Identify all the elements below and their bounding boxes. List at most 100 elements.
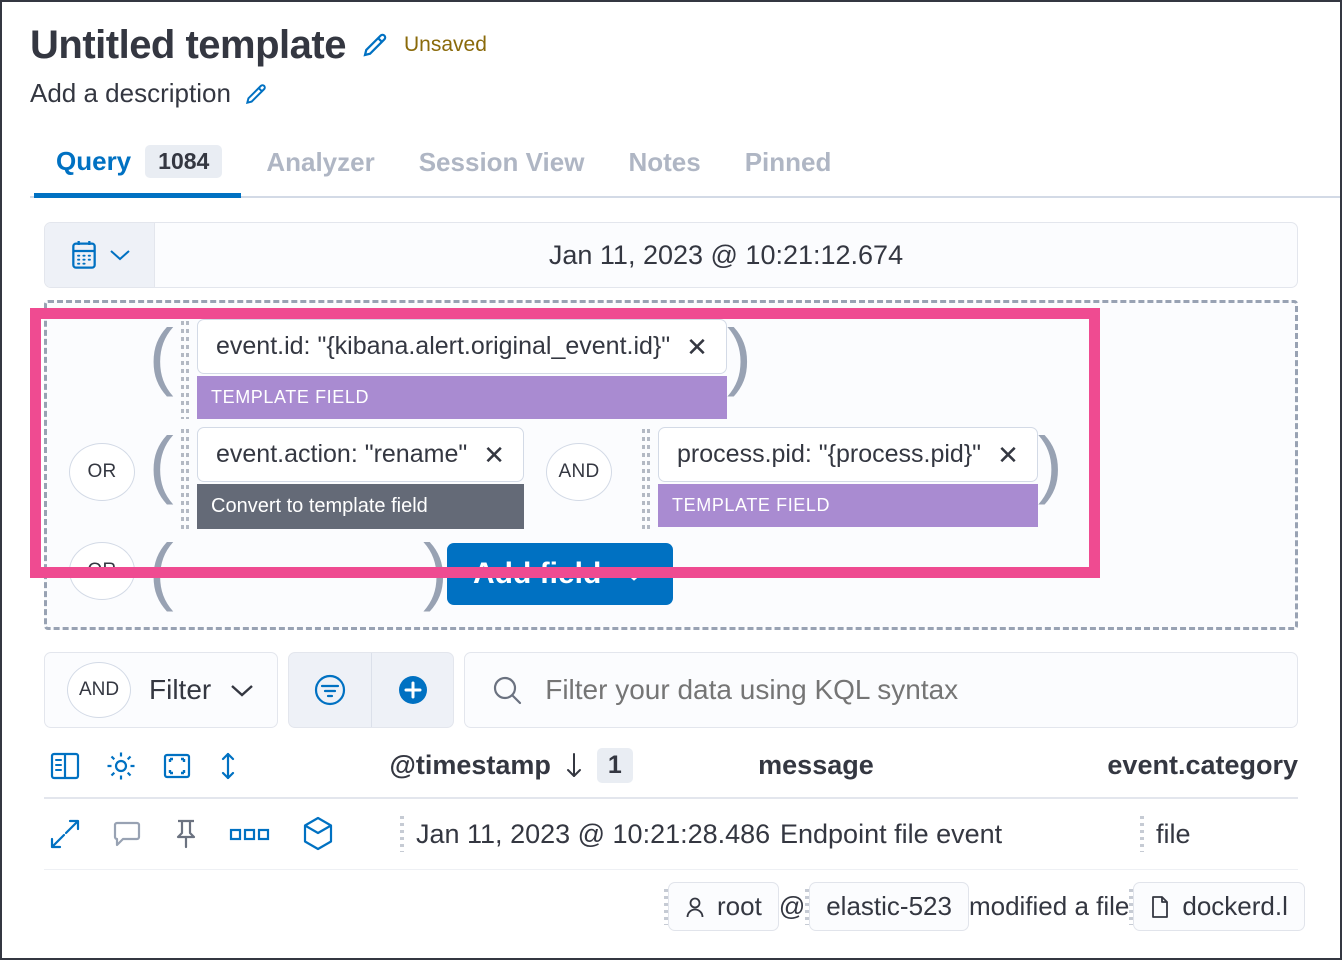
expand-icon[interactable] bbox=[48, 817, 82, 851]
column-resize-handle[interactable] bbox=[1140, 816, 1144, 852]
fullscreen-icon[interactable] bbox=[160, 749, 194, 783]
table-toolbar bbox=[48, 749, 390, 783]
cell-message: Endpoint file event bbox=[780, 819, 1140, 850]
close-icon[interactable]: ✕ bbox=[686, 334, 708, 360]
chevron-down-icon bbox=[109, 248, 131, 262]
column-label: message bbox=[758, 750, 874, 780]
cube-icon[interactable] bbox=[300, 815, 336, 853]
search-input[interactable] bbox=[545, 674, 1273, 706]
query-builder: ( event.id: "{kibana.alert.original_even… bbox=[44, 300, 1298, 630]
column-header-event-category[interactable]: event.category bbox=[1107, 750, 1298, 781]
tab-analyzer[interactable]: Analyzer bbox=[244, 137, 396, 196]
open-paren: ( bbox=[149, 435, 173, 493]
field-text: event.id: "{kibana.alert.original_event.… bbox=[216, 332, 670, 361]
field-text: process.pid: "{process.pid}" bbox=[677, 440, 981, 469]
title-row: Untitled template Unsaved bbox=[30, 24, 1340, 66]
close-paren: ) bbox=[727, 327, 751, 385]
conjunction-and[interactable]: AND bbox=[546, 443, 612, 501]
convert-to-template-field-button[interactable]: Convert to template field bbox=[197, 484, 524, 529]
arrow-down-icon bbox=[563, 751, 585, 781]
query-field: process.pid: "{process.pid}" ✕ TEMPLATE … bbox=[658, 427, 1038, 527]
cell-timestamp: Jan 11, 2023 @ 10:21:28.486 bbox=[400, 816, 780, 852]
file-chip[interactable]: dockerd.l bbox=[1133, 882, 1305, 931]
description-text: Add a description bbox=[30, 78, 231, 109]
status-badge[interactable]: TEMPLATE FIELD bbox=[197, 376, 727, 419]
column-resize-handle[interactable] bbox=[400, 816, 404, 852]
filter-conjunction[interactable]: AND bbox=[67, 662, 131, 718]
filter-icon-button[interactable] bbox=[289, 653, 371, 727]
query-row: ( event.id: "{kibana.alert.original_even… bbox=[69, 319, 1285, 419]
query-builder-wrapper: ( event.id: "{kibana.alert.original_even… bbox=[44, 300, 1298, 630]
filter-label: Filter bbox=[149, 674, 211, 706]
column-header-timestamp[interactable]: @timestamp 1 bbox=[390, 748, 759, 783]
page-header: Untitled template Unsaved Add a descript… bbox=[2, 2, 1340, 198]
app-window: Untitled template Unsaved Add a descript… bbox=[0, 0, 1342, 960]
description-row[interactable]: Add a description bbox=[30, 78, 1340, 109]
cell-event-category: file bbox=[1140, 816, 1191, 852]
pin-icon[interactable] bbox=[172, 817, 200, 851]
add-filter-button[interactable] bbox=[371, 653, 453, 727]
date-picker-bar: Jan 11, 2023 @ 10:21:12.674 bbox=[44, 222, 1298, 288]
date-picker-button[interactable] bbox=[45, 223, 155, 287]
close-icon[interactable]: ✕ bbox=[483, 442, 505, 468]
filter-bar: AND Filter bbox=[44, 652, 1298, 728]
tab-query-count: 1084 bbox=[145, 145, 222, 178]
drag-handle[interactable] bbox=[181, 321, 189, 419]
plus-circle-icon bbox=[395, 672, 431, 708]
row-actions bbox=[48, 815, 400, 853]
drag-handle[interactable] bbox=[642, 429, 650, 529]
kql-search-bar[interactable] bbox=[464, 652, 1298, 728]
close-paren: ) bbox=[423, 542, 447, 600]
sort-order-badge: 1 bbox=[597, 748, 633, 783]
calendar-icon bbox=[69, 239, 99, 271]
field-pill[interactable]: event.id: "{kibana.alert.original_event.… bbox=[197, 319, 727, 374]
field-pill[interactable]: process.pid: "{process.pid}" ✕ bbox=[658, 427, 1038, 482]
table-header: @timestamp 1 message event.category bbox=[44, 742, 1298, 799]
column-header-message[interactable]: message bbox=[758, 750, 1107, 781]
tab-label: Analyzer bbox=[266, 147, 374, 178]
filter-dropdown[interactable]: AND Filter bbox=[44, 652, 278, 728]
table-row[interactable]: Jan 11, 2023 @ 10:21:28.486 Endpoint fil… bbox=[44, 799, 1298, 870]
comment-icon[interactable] bbox=[110, 817, 144, 851]
add-field-button[interactable]: Add field bbox=[447, 543, 673, 605]
tab-notes[interactable]: Notes bbox=[606, 137, 722, 196]
data-table: @timestamp 1 message event.category bbox=[44, 742, 1298, 931]
open-paren: ( bbox=[149, 542, 173, 600]
tab-session-view[interactable]: Session View bbox=[397, 137, 607, 196]
drag-handle[interactable] bbox=[181, 429, 189, 529]
table-row-partial[interactable]: root @ elastic-523 modified a file bbox=[44, 882, 1298, 931]
tab-label: Session View bbox=[419, 147, 585, 178]
gear-icon[interactable] bbox=[104, 749, 138, 783]
user-icon bbox=[685, 896, 705, 918]
date-range-value[interactable]: Jan 11, 2023 @ 10:21:12.674 bbox=[155, 223, 1297, 287]
host-chip[interactable]: elastic-523 bbox=[809, 882, 969, 931]
host-value: elastic-523 bbox=[826, 891, 952, 922]
at-symbol: @ bbox=[779, 891, 805, 922]
conjunction-or[interactable]: OR bbox=[69, 443, 135, 501]
tab-query[interactable]: Query 1084 bbox=[34, 135, 244, 196]
tab-label: Pinned bbox=[745, 147, 832, 178]
conjunction-or[interactable]: OR bbox=[69, 542, 135, 600]
chevron-down-icon bbox=[621, 566, 647, 582]
columns-icon[interactable] bbox=[48, 749, 82, 783]
query-field: event.action: "rename" ✕ Convert to temp… bbox=[197, 427, 524, 529]
filter-icon bbox=[310, 670, 350, 710]
pencil-icon[interactable] bbox=[243, 81, 269, 107]
query-field: event.id: "{kibana.alert.original_event.… bbox=[197, 319, 727, 419]
field-text: event.action: "rename" bbox=[216, 440, 467, 469]
field-pill[interactable]: event.action: "rename" ✕ bbox=[197, 427, 524, 482]
unsaved-status: Unsaved bbox=[404, 33, 487, 57]
user-chip[interactable]: root bbox=[668, 882, 779, 931]
tab-bar: Query 1084 Analyzer Session View Notes P… bbox=[30, 135, 1340, 198]
tab-pinned[interactable]: Pinned bbox=[723, 137, 854, 196]
close-icon[interactable]: ✕ bbox=[997, 442, 1019, 468]
timestamp-value: Jan 11, 2023 @ 10:21:28.486 bbox=[416, 819, 770, 850]
event-category-value: file bbox=[1156, 819, 1191, 850]
conjunction-placeholder bbox=[69, 335, 135, 393]
status-badge[interactable]: TEMPLATE FIELD bbox=[658, 484, 1038, 527]
sort-height-icon[interactable] bbox=[216, 749, 240, 783]
pencil-icon[interactable] bbox=[360, 30, 390, 60]
chevron-down-icon bbox=[229, 682, 255, 698]
more-icon[interactable] bbox=[228, 824, 272, 844]
action-text: modified a file bbox=[969, 891, 1129, 922]
